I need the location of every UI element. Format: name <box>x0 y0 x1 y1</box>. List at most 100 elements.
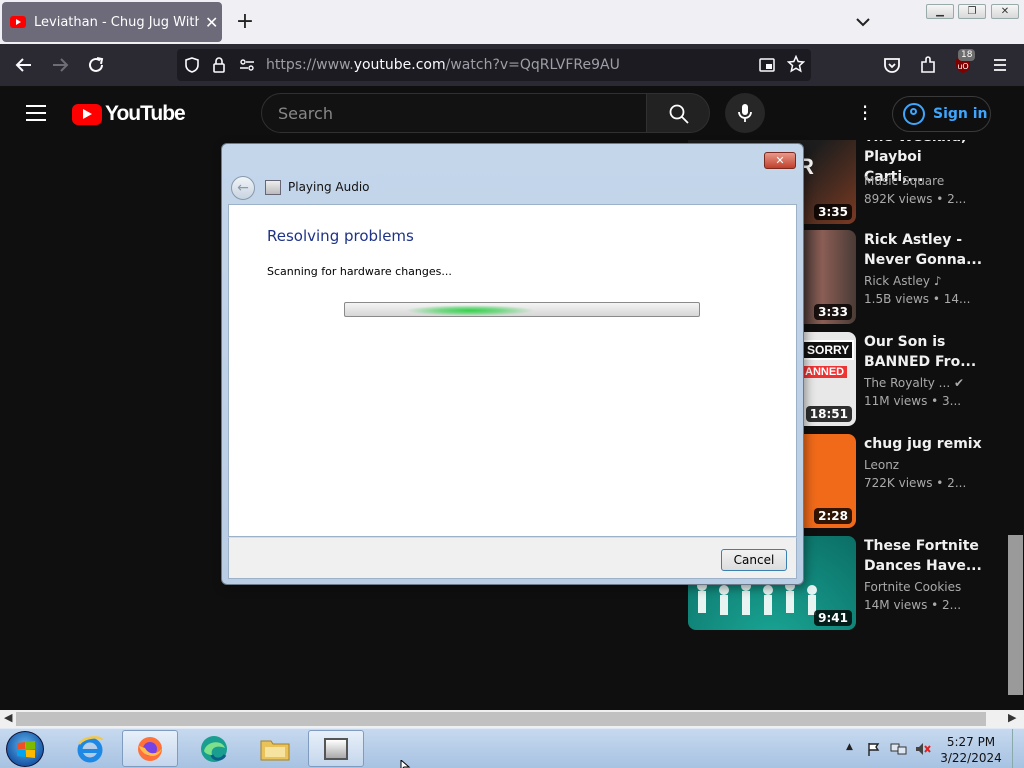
new-tab-button[interactable]: + <box>234 9 256 34</box>
video-channel[interactable]: Fortnite Cookies <box>864 580 961 594</box>
internet-explorer-icon <box>77 735 104 762</box>
sign-in-label: Sign in <box>933 106 988 122</box>
tab-close-icon[interactable]: ✕ <box>205 13 218 32</box>
clock-time: 5:27 PM <box>946 735 996 749</box>
video-channel[interactable]: Rick Astley ♪ <box>864 274 942 288</box>
windows-logo-icon <box>17 741 35 758</box>
video-duration: 2:28 <box>814 508 852 524</box>
video-meta: 892K views • 2... <box>864 192 967 206</box>
firefox-taskbar-button[interactable] <box>122 730 178 767</box>
picture-in-picture-icon[interactable] <box>758 56 776 74</box>
restore-button[interactable]: ❐ <box>958 4 986 19</box>
internet-explorer-taskbar-button[interactable] <box>62 730 118 767</box>
search-button[interactable] <box>646 93 710 133</box>
youtube-play-icon <box>72 103 102 125</box>
youtube-favicon-icon <box>10 16 26 28</box>
dialog-status-text: Scanning for hardware changes... <box>267 265 452 278</box>
volume-muted-icon[interactable] <box>914 741 932 757</box>
guide-menu-icon[interactable] <box>26 105 46 121</box>
browser-nav-bar: https://www.youtube.com/watch?v=QqRLVFRe… <box>0 44 1024 86</box>
video-meta: 1.5B views • 14... <box>864 292 971 306</box>
reload-icon[interactable] <box>85 54 107 76</box>
dialog-title: Playing Audio <box>288 180 370 194</box>
cancel-button[interactable]: Cancel <box>721 549 787 571</box>
sign-in-button[interactable]: Sign in <box>892 96 991 132</box>
youtube-logo-text: YouTube <box>105 102 186 125</box>
folder-icon <box>260 740 290 760</box>
firefox-icon <box>138 736 162 761</box>
video-title[interactable]: chug jug remix <box>864 434 984 454</box>
action-center-flag-icon[interactable] <box>866 741 882 757</box>
horizontal-scroll-thumb[interactable] <box>16 712 986 726</box>
troubleshooter-taskbar-icon <box>324 737 348 760</box>
troubleshooter-taskbar-button[interactable] <box>308 730 364 767</box>
vertical-scroll-thumb[interactable] <box>1008 535 1023 695</box>
video-duration: 9:41 <box>814 610 852 626</box>
back-arrow-icon[interactable] <box>13 54 35 76</box>
url-path: /watch?v=QqRLVFRe9AU <box>445 57 620 73</box>
browser-tab-strip: Leviathan - Chug Jug With You ✕ + ▁ ❐ ✕ <box>0 0 1024 44</box>
taskbar: ▲ 5:27 PM 3/22/2024 <box>0 728 1024 768</box>
search-icon <box>669 104 689 124</box>
permissions-icon[interactable] <box>238 56 256 74</box>
troubleshooter-icon <box>265 180 281 195</box>
video-title[interactable]: Our Son is BANNED Fro... <box>864 332 984 372</box>
video-channel[interactable]: Leonz <box>864 458 899 472</box>
shield-icon[interactable] <box>183 56 201 74</box>
playing-audio-dialog: ✕ ← Playing Audio Resolving problems Sca… <box>221 143 804 585</box>
voice-search-button[interactable] <box>725 93 765 133</box>
video-duration: 18:51 <box>805 406 852 422</box>
extensions-icon[interactable] <box>917 54 939 76</box>
scroll-left-arrow-icon[interactable]: ◀ <box>4 711 12 724</box>
edge-icon <box>201 735 227 762</box>
search-placeholder: Search <box>278 104 333 123</box>
show-hidden-icons-icon[interactable]: ▲ <box>846 742 853 752</box>
show-desktop-button[interactable] <box>1012 729 1024 768</box>
window-close-button[interactable]: ✕ <box>991 4 1019 19</box>
url-bar[interactable]: https://www.youtube.com/watch?v=QqRLVFRe… <box>177 49 811 81</box>
menu-icon[interactable] <box>989 54 1011 76</box>
dialog-close-button[interactable]: ✕ <box>764 152 796 169</box>
youtube-header: YouTube Search · · · Sign in <box>0 86 1024 142</box>
system-clock[interactable]: 5:27 PM 3/22/2024 <box>940 734 1002 766</box>
thumbnail-art: ANNED <box>802 366 848 378</box>
video-duration: 3:33 <box>814 304 852 320</box>
thumbnail-art: SORRY <box>802 340 855 360</box>
tab-title: Leviathan - Chug Jug With You <box>34 14 199 30</box>
video-channel[interactable]: Music Square <box>864 174 944 188</box>
url-text[interactable]: https://www.youtube.com/watch?v=QqRLVFRe… <box>266 57 620 73</box>
file-explorer-taskbar-button[interactable] <box>247 730 303 767</box>
youtube-logo[interactable]: YouTube <box>72 102 186 126</box>
video-meta: 11M views • 3... <box>864 394 962 408</box>
settings-more-icon[interactable]: · · · <box>860 97 870 129</box>
browser-tab[interactable]: Leviathan - Chug Jug With You ✕ <box>2 2 222 42</box>
video-title[interactable]: Rick Astley - Never Gonna... <box>864 230 984 270</box>
scroll-right-arrow-icon[interactable]: ▶ <box>1008 711 1016 724</box>
forward-arrow-icon[interactable] <box>49 54 71 76</box>
extension-badge-count: 18 <box>958 49 976 61</box>
bookmark-star-icon[interactable] <box>787 55 805 73</box>
dialog-footer: Cancel <box>228 537 797 579</box>
url-domain: youtube.com <box>353 57 446 73</box>
microphone-icon <box>738 104 752 122</box>
network-icon[interactable] <box>890 741 908 757</box>
dialog-content: Resolving problems Scanning for hardware… <box>228 204 797 537</box>
lock-icon[interactable] <box>210 56 228 74</box>
edge-taskbar-button[interactable] <box>186 730 242 767</box>
list-all-tabs-icon[interactable] <box>852 12 874 32</box>
video-title[interactable]: These Fortnite Dances Have... <box>864 536 984 576</box>
progress-marquee <box>405 305 535 316</box>
dialog-heading: Resolving problems <box>267 227 414 245</box>
video-meta: 722K views • 2... <box>864 476 967 490</box>
progress-bar <box>344 302 700 317</box>
start-button[interactable] <box>6 731 44 767</box>
video-meta: 14M views • 2... <box>864 598 962 612</box>
url-prefix: https://www. <box>266 57 354 73</box>
pocket-icon[interactable] <box>881 54 903 76</box>
video-channel[interactable]: The Royalty ... ✔ <box>864 376 964 390</box>
minimize-button[interactable]: ▁ <box>926 4 954 19</box>
account-icon <box>903 103 925 125</box>
back-button[interactable]: ← <box>231 176 255 200</box>
search-input[interactable]: Search <box>261 93 647 133</box>
video-duration: 3:35 <box>814 204 852 220</box>
